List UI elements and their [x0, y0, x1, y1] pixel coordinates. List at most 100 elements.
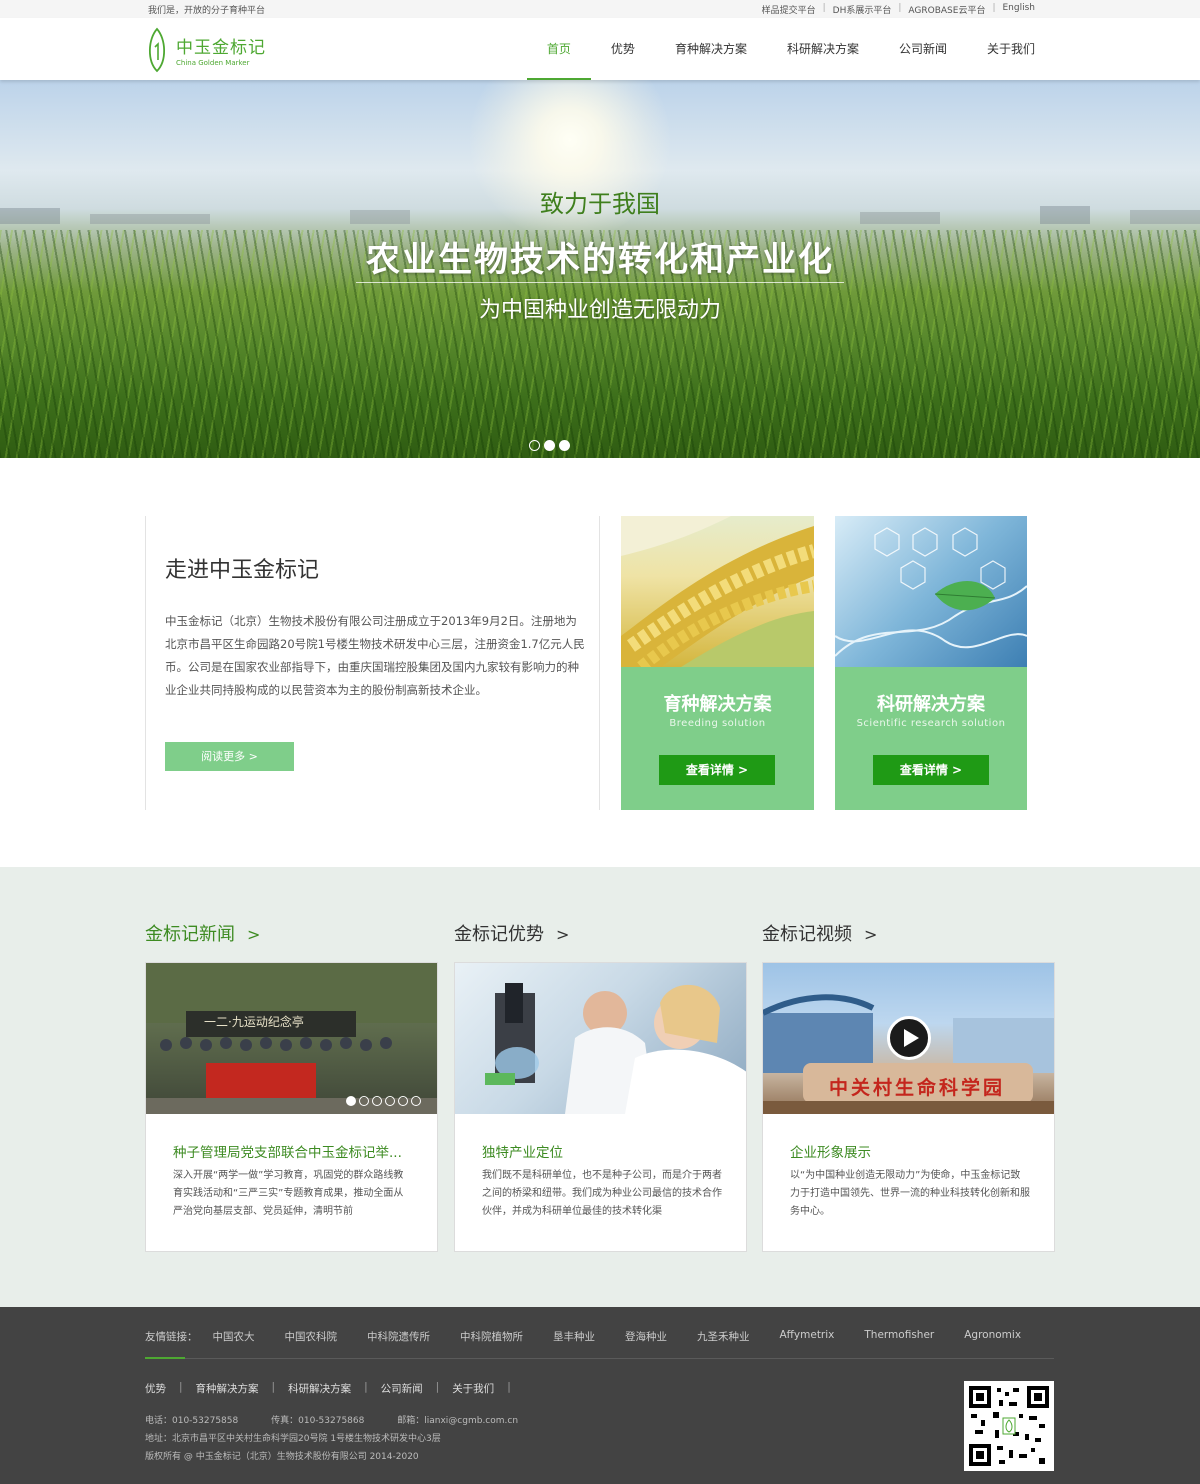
friend-link[interactable]: Affymetrix	[780, 1329, 835, 1344]
slider-dot[interactable]	[346, 1096, 356, 1106]
contact-email[interactable]: 邮箱：lianxi@cgmb.com.cn	[397, 1416, 518, 1426]
read-more-button[interactable]: 阅读更多 >	[165, 742, 294, 771]
science-image	[835, 516, 1027, 667]
lab-illustration	[485, 983, 746, 1114]
research-details-button[interactable]: 查看详情 >	[873, 755, 989, 785]
friend-links-label: 友情链接：	[145, 1331, 198, 1343]
footer-nav: 优势 | 育种解决方案 | 科研解决方案 | 公司新闻 | 关于我们 |	[145, 1381, 524, 1396]
contact-info: 电话：010-53275858 传真：010-53275868 邮箱：lianx…	[145, 1412, 548, 1466]
friend-link[interactable]: 登海种业	[625, 1329, 667, 1344]
separator: |	[992, 3, 996, 13]
leaf-logo-icon	[148, 27, 166, 73]
play-icon[interactable]	[887, 1016, 931, 1060]
footer-nav-advantages[interactable]: 优势	[145, 1381, 166, 1396]
about-body: 中玉金标记（北京）生物技术股份有限公司注册成立于2013年9月2日。注册地为北京…	[165, 614, 585, 697]
main-nav: 首页 优势 育种解决方案 科研解决方案 公司新闻 关于我们	[526, 18, 1055, 80]
hero-banner[interactable]: 致力于我国 农业生物技术的转化和产业化 为中国种业创造无限动力	[0, 80, 1200, 458]
site-header: 中玉金标记 China Golden Marker 首页 优势 育种解决方案 科…	[0, 18, 1200, 80]
footer-nav-breeding[interactable]: 育种解决方案	[196, 1381, 259, 1396]
slider-dots	[529, 440, 570, 451]
research-solution-card[interactable]: 科研解决方案 Scientific research solution 查看详情…	[835, 516, 1027, 810]
hero-divider	[356, 282, 844, 283]
slider-dot[interactable]	[359, 1096, 369, 1106]
chevron-right-icon: >	[556, 925, 570, 944]
link-sample-submit[interactable]: 样品提交平台	[762, 3, 816, 16]
nav-breeding-solutions[interactable]: 育种解决方案	[655, 18, 767, 80]
research-solution-subtitle: Scientific research solution	[856, 718, 1006, 729]
friend-links: 友情链接： 中国农大 中国农科院 中科院遗传所 中科院植物所 垦丰种业 登海种业…	[145, 1329, 1021, 1344]
logo[interactable]: 中玉金标记 China Golden Marker	[146, 27, 266, 73]
news-card-title[interactable]: 种子管理局党支部联合中玉金标记举...	[173, 1141, 413, 1161]
copyright: 版权所有 @ 中玉金标记（北京）生物技术股份有限公司 2014-2020	[145, 1452, 419, 1462]
site-slogan: 我们是，开放的分子育种平台	[148, 6, 266, 16]
slider-dot[interactable]	[411, 1096, 421, 1106]
news-card[interactable]: 一二·九运动纪念亭 种子管理局党支部联合中玉金标记举... 深入开展“两学一做”…	[145, 962, 438, 1252]
chevron-right-icon: >	[247, 925, 261, 944]
slider-dot[interactable]	[529, 440, 540, 451]
breeding-solution-title: 育种解决方案	[663, 694, 772, 715]
top-utility-bar: 我们是，开放的分子育种平台 样品提交平台 | DH系展示平台 | AGROBAS…	[0, 0, 1200, 18]
nav-about-us[interactable]: 关于我们	[967, 18, 1055, 80]
qr-pattern	[969, 1386, 1049, 1466]
nav-company-news[interactable]: 公司新闻	[879, 18, 967, 80]
group-photo-illustration	[146, 963, 437, 1114]
separator: |	[179, 1381, 183, 1393]
advantage-card[interactable]: 独特产业定位 我们既不是科研单位，也不是种子公司，而是介于两者之间的桥梁和纽带。…	[454, 962, 747, 1252]
friend-link[interactable]: Thermofisher	[864, 1329, 934, 1344]
corn-illustration	[621, 516, 814, 667]
slider-dot[interactable]	[559, 440, 570, 451]
video-card[interactable]: 中关村生命科学园 企业形象展示 以“为中国种业创造无限动力”为使命，中玉金标记致…	[762, 962, 1055, 1252]
link-dh-platform[interactable]: DH系展示平台	[833, 3, 892, 16]
friend-link[interactable]: Agronomix	[964, 1329, 1021, 1344]
nav-advantages[interactable]: 优势	[591, 18, 655, 80]
research-solution-title: 科研解决方案	[877, 694, 985, 715]
about-block: 走进中玉金标记 中玉金标记（北京）生物技术股份有限公司注册成立于2013年9月2…	[145, 516, 600, 810]
contact-address: 地址：北京市昌平区中关村生命科学园20号院 1号楼生物技术研发中心3层	[145, 1434, 441, 1444]
slider-dot[interactable]	[385, 1096, 395, 1106]
slider-dot[interactable]	[398, 1096, 408, 1106]
advantage-card-title[interactable]: 独特产业定位	[482, 1141, 722, 1161]
nav-research-solutions[interactable]: 科研解决方案	[767, 18, 879, 80]
logo-name-cn: 中玉金标记	[176, 38, 266, 58]
news-slider-dots	[346, 1096, 421, 1106]
utility-links: 样品提交平台 | DH系展示平台 | AGROBASE云平台 | English	[762, 3, 1035, 16]
link-english[interactable]: English	[1003, 3, 1036, 16]
news-card-text: 深入开展“两学一做”学习教育，巩固党的群众路线教育实践活动和“三严三实”专题教育…	[173, 1170, 404, 1217]
news-heading-text: 金标记新闻	[145, 924, 235, 945]
hero-line-1: 致力于我国	[540, 190, 660, 218]
footer-nav-research[interactable]: 科研解决方案	[288, 1381, 351, 1396]
video-heading[interactable]: 金标记视频 >	[762, 920, 877, 946]
slider-dot[interactable]	[372, 1096, 382, 1106]
friend-link[interactable]: 中科院遗传所	[367, 1329, 430, 1344]
breeding-solution-card[interactable]: 育种解决方案 Breeding solution 查看详情 >	[621, 516, 814, 810]
friend-link[interactable]: 中科院植物所	[460, 1329, 523, 1344]
contact-fax: 传真：010-53275868	[271, 1416, 365, 1426]
qr-code-icon	[964, 1381, 1054, 1471]
link-agrobase[interactable]: AGROBASE云平台	[908, 3, 985, 16]
logo-name-en: China Golden Marker	[176, 59, 250, 67]
friend-link[interactable]: 中国农科院	[285, 1329, 338, 1344]
science-illustration	[835, 527, 1027, 657]
friend-link[interactable]: 九圣禾种业	[697, 1329, 750, 1344]
news-photo: 一二·九运动纪念亭	[146, 963, 437, 1114]
nav-home[interactable]: 首页	[526, 18, 591, 80]
friend-link[interactable]: 垦丰种业	[553, 1329, 595, 1344]
video-heading-text: 金标记视频	[762, 924, 852, 945]
campus-sign-text: 中关村生命科学园	[829, 1077, 1006, 1099]
separator: |	[364, 1381, 368, 1393]
separator: |	[435, 1381, 440, 1393]
separator: |	[822, 3, 826, 13]
advantage-heading[interactable]: 金标记优势 >	[454, 920, 569, 946]
intro-section: 走进中玉金标记 中玉金标记（北京）生物技术股份有限公司注册成立于2013年9月2…	[0, 458, 1200, 867]
content-columns-section: 金标记新闻 > 一二·九运动纪念亭 种子管理局党支部联合中玉金标记举... 深入…	[0, 867, 1200, 1307]
breeding-details-button[interactable]: 查看详情 >	[659, 755, 775, 785]
contact-phone: 电话：010-53275858	[145, 1416, 239, 1426]
slider-dot[interactable]	[544, 440, 555, 451]
friend-link[interactable]: 中国农大	[213, 1329, 255, 1344]
video-card-title[interactable]: 企业形象展示	[790, 1141, 1030, 1161]
footer-nav-news[interactable]: 公司新闻	[381, 1381, 423, 1396]
news-heading[interactable]: 金标记新闻 >	[145, 920, 260, 946]
footer-divider	[145, 1357, 1054, 1359]
breeding-solution-subtitle: Breeding solution	[669, 718, 766, 729]
footer-nav-about[interactable]: 关于我们	[452, 1381, 494, 1396]
